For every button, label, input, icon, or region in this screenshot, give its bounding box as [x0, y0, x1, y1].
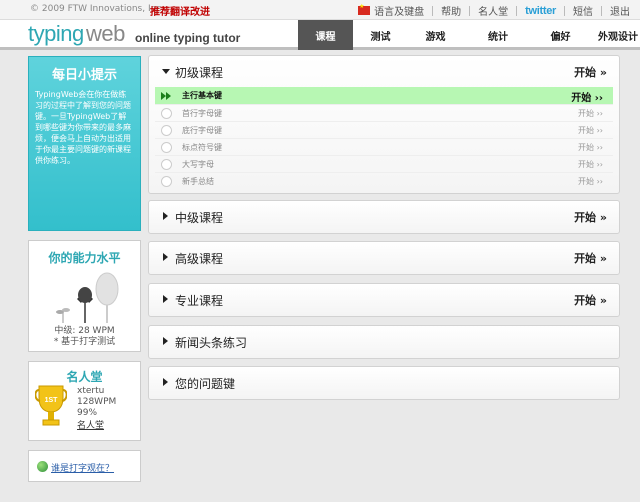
lesson-start-button[interactable]: 开始 ›› — [578, 125, 603, 136]
intermediate-course-panel[interactable]: 中级课程 开始 » — [148, 200, 620, 234]
trophy-badge-text: 1ST — [45, 397, 59, 404]
lesson-title: 大写字母 — [182, 160, 214, 169]
divider — [469, 5, 471, 16]
tagline: online typing tutor — [135, 31, 241, 45]
top-links: 语言及键盘 帮助 名人堂 twitter 短信 退出 — [358, 3, 630, 18]
whos-typing-box: 谁是打字观在？ — [28, 450, 141, 482]
lesson-title: 新手总结 — [182, 177, 214, 186]
lesson-start-button[interactable]: 开始 ›› — [571, 89, 603, 104]
twitter-link[interactable]: twitter — [525, 5, 556, 17]
top-bar: © 2009 FTW Innovations, Inc. 推荐翻译改进 语言及键… — [0, 0, 640, 20]
news-practice-header[interactable]: 新闻头条练习 — [149, 326, 619, 357]
professional-start-button[interactable]: 开始 » — [574, 292, 607, 308]
divider — [432, 5, 434, 16]
ability-note: * 基于打字测试 — [53, 337, 116, 347]
intermediate-course-title: 中级课程 — [175, 211, 224, 225]
lesson-start-button[interactable]: 开始 ›› — [578, 159, 603, 170]
fame-user: xtertu — [77, 386, 105, 396]
logo-typing[interactable]: typing — [28, 21, 84, 47]
lesson-status-circle-icon — [161, 176, 172, 187]
nav-stats[interactable]: 统计 — [463, 20, 533, 50]
lesson-row[interactable]: 标点符号键 开始 ›› — [155, 138, 613, 155]
nav-preferences[interactable]: 偏好 — [533, 20, 588, 50]
divider — [516, 5, 518, 16]
advanced-course-title: 高级课程 — [175, 252, 224, 266]
help-link[interactable]: 帮助 — [441, 3, 461, 18]
intermediate-start-button[interactable]: 开始 » — [574, 209, 607, 225]
expand-down-icon — [162, 69, 170, 74]
news-practice-title: 新闻头条练习 — [175, 336, 248, 350]
expand-right-icon — [163, 378, 168, 386]
advanced-course-panel[interactable]: 高级课程 开始 » — [148, 241, 620, 275]
daily-tip-title: 每日小提示 — [51, 68, 117, 83]
hall-of-fame-box: 名人堂 1ST xtertu 128WPM 99% 名人堂 — [28, 361, 141, 441]
expand-right-icon — [163, 253, 168, 261]
divider — [564, 5, 565, 16]
plant-growth-icon — [56, 272, 119, 323]
nav-courses[interactable]: 课程 — [298, 20, 353, 50]
nav-test[interactable]: 测试 — [353, 20, 408, 50]
ability-title: 你的能力水平 — [48, 251, 121, 265]
daily-tip-box: 每日小提示 TypingWeb会在你在做练习的过程中了解到您的问题键。一旦Typ… — [28, 56, 141, 231]
lesson-status-circle-icon — [161, 125, 172, 136]
lesson-row[interactable]: 底行字母键 开始 ›› — [155, 121, 613, 138]
lesson-row[interactable]: 主行基本键 开始 ›› — [155, 87, 613, 104]
header: typing web online typing tutor 课程 测试 游戏 … — [0, 20, 640, 50]
professional-course-title: 专业课程 — [175, 294, 224, 308]
lesson-start-button[interactable]: 开始 ›› — [578, 176, 603, 187]
whos-typing-link[interactable]: 谁是打字观在？ — [51, 461, 114, 474]
beginner-course-panel: 初级课程 开始 » 主行基本键 开始 ›› 首行字母键 开始 ›› 底行字母键 … — [148, 55, 620, 194]
fame-link[interactable]: 名人堂 — [77, 421, 116, 432]
expand-right-icon — [163, 212, 168, 220]
main-nav: 课程 测试 游戏 统计 偏好 外观设计 — [298, 20, 640, 50]
nav-appearance[interactable]: 外观设计 — [588, 20, 640, 50]
advanced-course-header[interactable]: 高级课程 开始 » — [149, 242, 619, 273]
copyright-text: © 2009 FTW Innovations, Inc. — [30, 4, 165, 14]
divider — [601, 5, 602, 16]
ability-box: 你的能力水平 中级: 28 WPM * 基于打字测试 — [28, 240, 141, 352]
news-practice-panel[interactable]: 新闻头条练习 — [148, 325, 620, 359]
lesson-title: 底行字母键 — [182, 126, 222, 135]
sms-link[interactable]: 短信 — [573, 3, 593, 18]
expand-right-icon — [163, 295, 168, 303]
intermediate-course-header[interactable]: 中级课程 开始 » — [149, 201, 619, 232]
trophy-icon: 1ST — [35, 385, 67, 426]
fame-info: xtertu 128WPM 99% 名人堂 — [77, 386, 116, 432]
problem-keys-panel[interactable]: 您的问题键 — [148, 366, 620, 400]
problem-keys-title: 您的问题键 — [175, 377, 236, 391]
china-flag-icon — [358, 3, 371, 15]
lesson-status-circle-icon — [161, 159, 172, 170]
lesson-row[interactable]: 新手总结 开始 ›› — [155, 172, 613, 189]
hall-of-fame-title: 名人堂 — [66, 370, 103, 384]
play-icon — [161, 92, 175, 100]
lesson-title: 标点符号键 — [182, 143, 222, 152]
lesson-row[interactable]: 大写字母 开始 ›› — [155, 155, 613, 172]
beginner-course-title: 初级课程 — [175, 66, 224, 80]
professional-course-panel[interactable]: 专业课程 开始 » — [148, 283, 620, 317]
language-keyboard-link[interactable]: 语言及键盘 — [374, 3, 424, 18]
fame-wpm: 128WPM — [77, 397, 117, 407]
logout-link[interactable]: 退出 — [610, 3, 630, 18]
daily-tip-text: TypingWeb会在你在做练习的过程中了解到您的问题键。一旦TypingWeb… — [35, 90, 131, 165]
lesson-title: 主行基本键 — [182, 91, 222, 100]
expand-right-icon — [163, 337, 168, 345]
lesson-row[interactable]: 首行字母键 开始 ›› — [155, 104, 613, 121]
promo-link[interactable]: 推荐翻译改进 — [150, 3, 210, 18]
beginner-start-button[interactable]: 开始 » — [574, 64, 607, 80]
logo-web[interactable]: web — [86, 21, 125, 47]
nav-games[interactable]: 游戏 — [408, 20, 463, 50]
lesson-start-button[interactable]: 开始 ›› — [578, 142, 603, 153]
globe-icon — [37, 461, 48, 472]
hall-of-fame-link[interactable]: 名人堂 — [478, 3, 508, 18]
fame-accuracy: 99% — [77, 408, 98, 418]
lesson-start-button[interactable]: 开始 ›› — [578, 108, 603, 119]
problem-keys-header[interactable]: 您的问题键 — [149, 367, 619, 398]
beginner-course-header[interactable]: 初级课程 开始 » — [149, 56, 619, 87]
lesson-title: 首行字母键 — [182, 109, 222, 118]
lesson-status-circle-icon — [161, 108, 172, 119]
advanced-start-button[interactable]: 开始 » — [574, 250, 607, 266]
lesson-status-circle-icon — [161, 142, 172, 153]
professional-course-header[interactable]: 专业课程 开始 » — [149, 284, 619, 315]
